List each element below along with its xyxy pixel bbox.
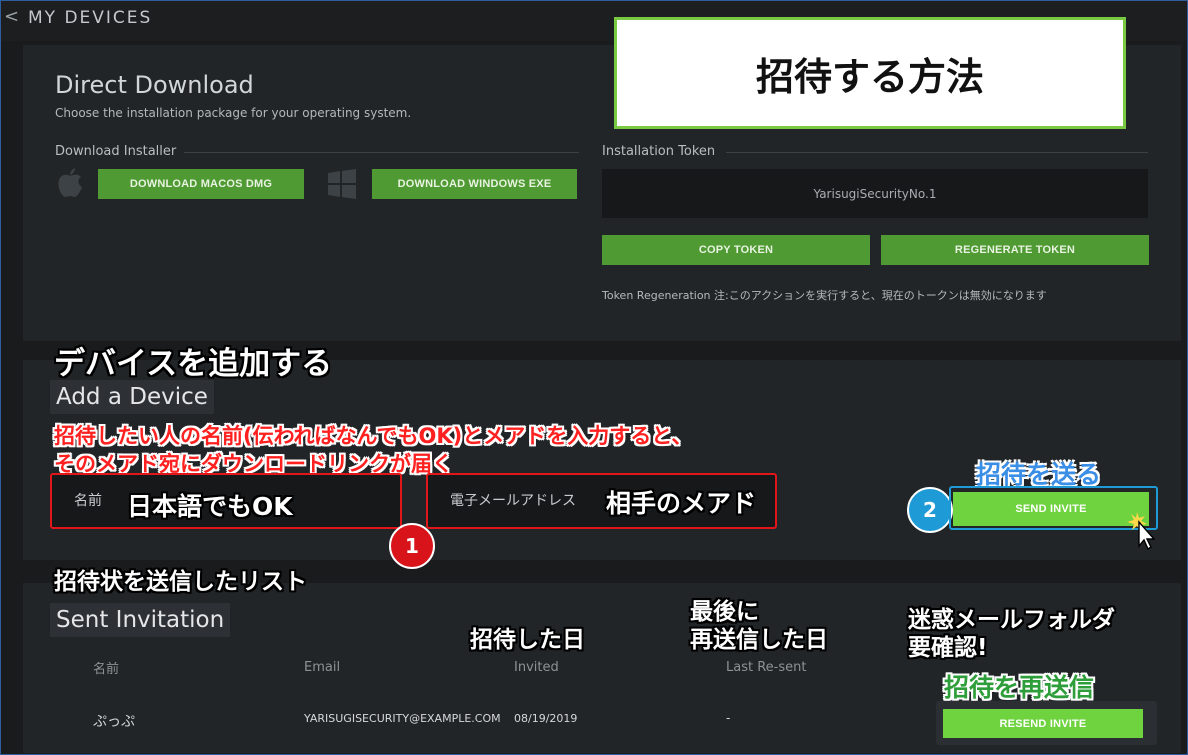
spam-note-line-2: 要確認!	[908, 635, 988, 661]
token-regeneration-note: Token Regeneration 注:このアクションを実行すると、現在のトー…	[602, 289, 1047, 302]
resent-note-line-2: 再送信した日	[690, 627, 828, 653]
send-invite-button[interactable]: SEND INVITE	[953, 492, 1149, 526]
column-header-invited: Invited	[514, 660, 559, 675]
divider	[726, 152, 1148, 153]
download-macos-button[interactable]: DOWNLOAD MACOS DMG	[98, 169, 304, 199]
sent-jp-heading: 招待状を送信したリスト	[54, 569, 307, 595]
installation-token-field[interactable]: YarisugiSecurityNo.1	[602, 169, 1148, 218]
column-header-last-resent: Last Re-sent	[726, 660, 807, 675]
divider	[184, 152, 579, 153]
windows-icon	[327, 169, 357, 199]
row-name: ぷっぷ	[93, 714, 135, 730]
cursor-icon	[1127, 510, 1156, 551]
row-email: YARISUGISECURITY@EXAMPLE.COM	[304, 712, 501, 725]
download-installer-label: Download Installer	[55, 144, 177, 159]
step-1-badge: 1	[389, 523, 435, 569]
column-header-email: Email	[304, 660, 341, 675]
regenerate-token-button[interactable]: REGENERATE TOKEN	[881, 235, 1149, 265]
row-invited: 08/19/2019	[514, 712, 578, 725]
sent-invitation-heading: Sent Invitation	[50, 603, 231, 637]
invited-note: 招待した日	[470, 627, 585, 653]
copy-token-button[interactable]: COPY TOKEN	[602, 235, 870, 265]
instruction-line-1: 招待したい人の名前(伝わればなんでもOK)とメアドを入力すると、	[54, 424, 693, 448]
name-input-hint: 日本語でもOK	[127, 492, 293, 521]
chevron-left-icon[interactable]: <	[4, 6, 19, 27]
email-input-hint: 相手のメアド	[606, 489, 757, 518]
add-device-jp-heading: デバイスを追加する	[54, 346, 333, 382]
direct-download-heading: Direct Download	[55, 71, 254, 99]
add-device-heading: Add a Device	[50, 380, 214, 414]
installation-token-label: Installation Token	[602, 144, 716, 159]
step-2-badge: 2	[907, 487, 953, 533]
row-last-resent: -	[726, 711, 731, 725]
column-header-name: 名前	[93, 662, 120, 677]
email-input-label: 電子メールアドレス	[450, 493, 576, 509]
name-input-label: 名前	[74, 493, 102, 509]
apple-icon	[55, 167, 85, 199]
download-windows-button[interactable]: DOWNLOAD WINDOWS EXE	[372, 169, 577, 199]
resend-invite-button[interactable]: RESEND INVITE	[943, 709, 1143, 738]
page-title: MY DEVICES	[28, 8, 153, 28]
overlay-title-callout: 招待する方法	[614, 17, 1126, 129]
direct-download-subtitle: Choose the installation package for your…	[55, 106, 412, 120]
resend-hint: 招待を再送信	[944, 673, 1095, 702]
